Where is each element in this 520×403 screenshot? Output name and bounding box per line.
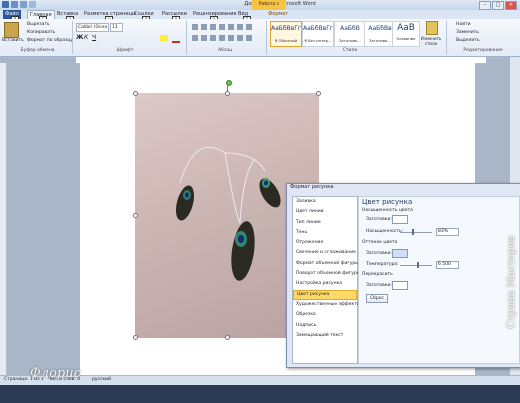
style-no-spacing[interactable]: АаБбВвГг ¶ Без интер... <box>302 21 334 47</box>
tone-presets-label: Заготовки: <box>366 251 392 256</box>
saturation-section-label: Насыщенность цвета <box>362 208 413 213</box>
saturation-presets-dropdown[interactable] <box>392 215 408 224</box>
style-name: ¶ Обычный <box>274 38 298 43</box>
paste-icon[interactable] <box>4 22 19 38</box>
style-sample: АаБбВвГг <box>303 25 334 32</box>
resize-handle[interactable] <box>316 91 321 96</box>
saturation-label: Насыщенность: <box>366 229 404 234</box>
group-label-clipboard: Буфер обмена <box>20 48 55 53</box>
category-shadow[interactable]: Тень <box>293 228 357 238</box>
temperature-label: Температура: <box>366 262 399 267</box>
paragraph-list-icons[interactable] <box>192 24 252 30</box>
group-separator <box>266 21 267 54</box>
category-line-style[interactable]: Тип линии <box>293 218 357 228</box>
language-indicator[interactable]: русский <box>92 377 111 382</box>
group-separator <box>72 21 73 54</box>
tone-presets-dropdown[interactable] <box>392 249 408 258</box>
style-normal[interactable]: АаБбВвГг ¶ Обычный <box>270 21 302 47</box>
style-heading-1[interactable]: АаБбВ Заголово... <box>334 21 366 47</box>
category-fill[interactable]: Заливка <box>293 197 357 207</box>
reset-button[interactable]: Сброс <box>366 294 388 303</box>
bold-button[interactable]: Ж <box>76 34 83 41</box>
watermark-left: Флорис <box>30 366 81 381</box>
font-size-combo[interactable]: 11 <box>110 23 123 32</box>
category-line-color[interactable]: Цвет линии <box>293 207 357 217</box>
group-separator <box>186 21 187 54</box>
panel-heading: Цвет рисунка <box>362 198 413 206</box>
resize-handle[interactable] <box>133 213 138 218</box>
taskbar <box>0 385 520 403</box>
quick-access-toolbar <box>2 1 38 10</box>
category-artistic-effects[interactable]: Художественные эффекты <box>293 300 360 310</box>
cut-button[interactable]: Вырезать <box>27 22 50 27</box>
group-label-font: Шрифт <box>116 48 134 53</box>
undo-icon[interactable] <box>20 1 27 8</box>
style-sample: АаБбВв <box>368 25 392 32</box>
tab-format[interactable]: Формат <box>266 10 290 19</box>
group-label-styles: Стили <box>342 48 358 53</box>
category-3d-format[interactable]: Формат объемной фигуры <box>293 259 359 269</box>
context-tab-group-label: Работа с рисунками <box>252 0 286 17</box>
category-glow-soft-edges[interactable]: Свечение и сглаживание <box>293 248 357 258</box>
close-button[interactable]: ✕ <box>505 1 517 10</box>
style-sample: АаБбВ <box>340 25 360 32</box>
saturation-presets-label: Заготовки: <box>366 217 392 222</box>
style-sample: АаВ <box>397 23 415 33</box>
change-styles-button[interactable]: Изменить стили <box>420 36 442 46</box>
vertical-ruler[interactable] <box>0 63 7 375</box>
tone-section-label: Оттенок цвета <box>362 240 398 245</box>
category-reflection[interactable]: Отражение <box>293 238 357 248</box>
recolor-section-label: Перекрасить <box>362 272 393 277</box>
resize-handle[interactable] <box>225 335 230 340</box>
maximize-button[interactable]: □ <box>492 1 504 10</box>
highlight-icon[interactable] <box>160 35 168 41</box>
word-logo-icon[interactable] <box>2 1 9 8</box>
group-label-paragraph: Абзац <box>217 48 233 53</box>
resize-handle[interactable] <box>133 335 138 340</box>
underline-button[interactable]: Ч <box>92 34 96 41</box>
style-sample: АаБбВвГг <box>271 25 302 32</box>
style-name: ¶ Без интер... <box>304 38 332 43</box>
dialog-title: Формат рисунка <box>290 184 334 190</box>
replace-button[interactable]: Заменить <box>456 30 479 35</box>
font-color-icon[interactable] <box>172 35 180 43</box>
italic-button[interactable]: К <box>84 34 88 41</box>
category-3d-rotation[interactable]: Поворот объемной фигуры <box>293 269 360 279</box>
saturation-slider-thumb[interactable] <box>412 229 415 235</box>
category-crop[interactable]: Обрезка <box>293 310 357 320</box>
paragraph-align-icons[interactable] <box>192 35 252 41</box>
group-label-editing: Редактирование <box>463 48 503 53</box>
copy-button[interactable]: Копировать <box>27 30 55 35</box>
temperature-slider-thumb[interactable] <box>416 262 419 268</box>
category-alt-text[interactable]: Замещающий текст <box>293 331 357 341</box>
select-button[interactable]: Выделить <box>456 38 480 43</box>
redo-icon[interactable] <box>29 1 36 8</box>
resize-handle[interactable] <box>133 91 138 96</box>
recolor-presets-dropdown[interactable] <box>392 281 408 290</box>
paste-button[interactable]: Вставить <box>2 38 24 43</box>
category-picture-color[interactable]: Цвет рисунка <box>293 289 357 301</box>
category-text-box[interactable]: Надпись <box>293 321 357 331</box>
style-title[interactable]: АаВ Название <box>392 21 420 47</box>
change-styles-icon[interactable] <box>426 21 438 35</box>
save-icon[interactable] <box>11 1 18 8</box>
format-painter-button[interactable]: Формат по образцу <box>27 38 73 43</box>
category-picture-corrections[interactable]: Настройка рисунка <box>293 279 357 289</box>
style-name: Заголово... <box>368 38 391 43</box>
group-separator <box>446 21 447 54</box>
category-list[interactable]: Заливка Цвет линии Тип линии Тень Отраже… <box>292 196 360 364</box>
resize-handle[interactable] <box>225 91 230 96</box>
watermark-right: Страна Мастеров <box>506 236 517 329</box>
saturation-spinbox[interactable]: 83% <box>436 228 459 236</box>
font-name-combo[interactable]: Calibri (Осно <box>76 23 109 32</box>
temperature-spinbox[interactable]: 6 500 <box>436 261 459 269</box>
find-button[interactable]: Найти <box>456 22 471 27</box>
style-name: Название <box>396 36 416 41</box>
style-name: Заголово... <box>338 38 361 43</box>
recolor-presets-label: Заготовки: <box>366 283 392 288</box>
saturation-slider-track[interactable] <box>400 232 432 233</box>
minimize-button[interactable]: – <box>479 1 491 10</box>
